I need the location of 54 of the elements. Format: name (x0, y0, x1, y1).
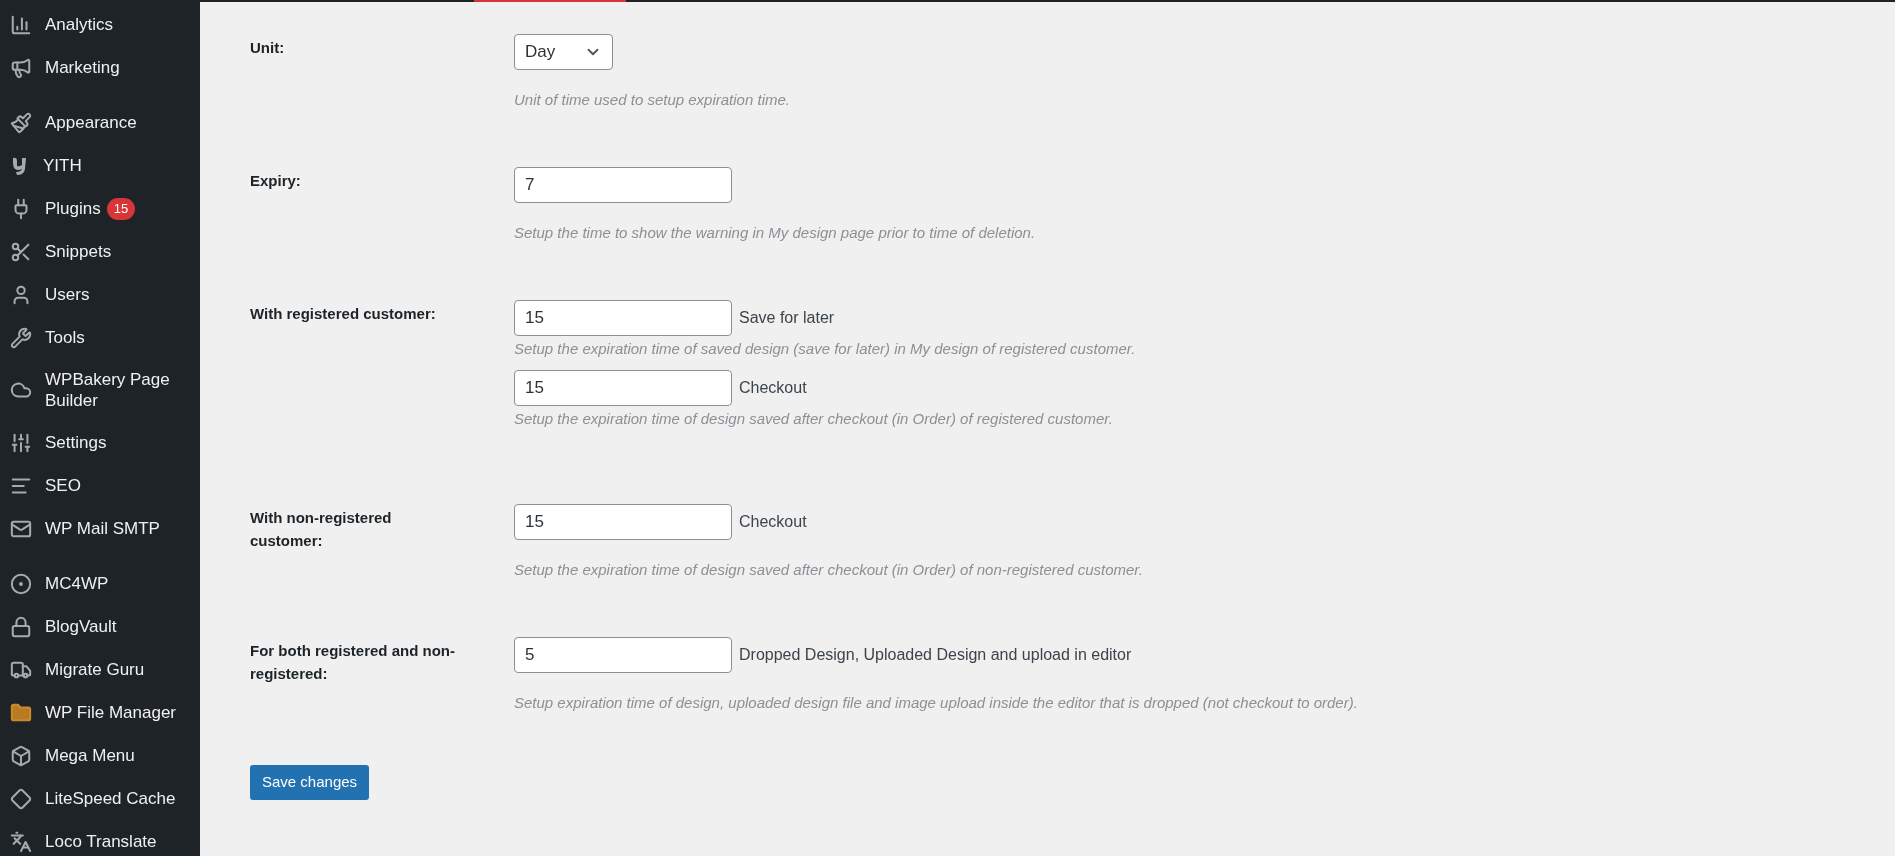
save-changes-button[interactable]: Save changes (250, 764, 370, 800)
sidebar-item[interactable]: Plugins 15 (0, 187, 200, 230)
bar-chart-icon (10, 13, 32, 36)
sidebar-item[interactable]: Settings (0, 421, 200, 464)
field-description: Setup the expiration time of saved design (save for later) in My design of registered customer. (514, 340, 1136, 358)
field-description: Setup expiration time of design, uploaded design file and image upload inside the editor that is dropped (not checkout to order). (514, 694, 1358, 712)
number-input[interactable]: 7 (514, 167, 732, 203)
lock-icon (10, 615, 32, 638)
sidebar-item[interactable]: Appearance (0, 101, 200, 144)
number-input[interactable]: 15 (514, 300, 732, 336)
sidebar-item[interactable]: Tools (0, 316, 200, 359)
sidebar-item[interactable]: WP Mail SMTP (0, 507, 200, 550)
diamond-icon (10, 787, 32, 810)
folder-icon (10, 701, 32, 724)
field-description: Unit of time used to setup expiration time. (514, 91, 790, 109)
translate-icon (10, 830, 32, 853)
field-description: Setup the expiration time of design saved after checkout (in Order) of non-registered customer. (514, 561, 1143, 579)
sidebar-item[interactable]: BlogVault (0, 605, 200, 648)
wrench-icon (10, 326, 32, 349)
sidebar-item[interactable]: Snippets (0, 230, 200, 273)
paintbrush-icon (10, 111, 32, 134)
sidebar-item[interactable]: WPBakery Page Builder (0, 359, 200, 421)
field-label: Expiry: (250, 171, 302, 191)
field-label: For both registered and non-registered: (250, 641, 456, 684)
input-suffix-label: Save for later (739, 308, 835, 328)
field-description: Setup the expiration time of design saved after checkout (in Order) of registered customer. (514, 410, 1114, 428)
number-input[interactable]: 15 (514, 504, 732, 540)
sidebar-item[interactable]: Users (0, 273, 200, 316)
update-count-badge: 15 (106, 197, 136, 220)
number-input[interactable]: 5 (514, 637, 732, 673)
sidebar-item[interactable]: Marketing (0, 46, 200, 89)
sidebar-item[interactable]: Loco Translate (0, 820, 200, 856)
input-suffix-label: Dropped Design, Uploaded Design and upload in editor (739, 645, 1132, 665)
sidebar-item[interactable]: WP File Manager (0, 691, 200, 734)
sidebar-item[interactable]: Mega Menu (0, 734, 200, 777)
sidebar-item[interactable]: Analytics (0, 3, 200, 46)
settings-icon (10, 431, 32, 454)
field-label: With non-registered customer: (250, 508, 393, 551)
input-suffix-label: Checkout (739, 512, 807, 532)
sidebar-item[interactable]: MC4WP (0, 562, 200, 605)
scissors-icon (10, 240, 32, 263)
field-label: With registered customer: (250, 304, 437, 324)
sidebar-item[interactable]: Migrate Guru (0, 648, 200, 691)
unit-select[interactable]: Day (514, 34, 613, 70)
circle-logo-icon (10, 572, 32, 595)
sidebar-item[interactable]: YITH (0, 144, 200, 187)
cube-icon (10, 744, 32, 767)
sidebar-item[interactable]: LiteSpeed Cache (0, 777, 200, 820)
input-suffix-label: Checkout (739, 378, 807, 398)
sidebar-item[interactable]: SEO (0, 464, 200, 507)
megaphone-icon (10, 56, 32, 79)
field-label: Unit: (250, 38, 286, 58)
field-description: Setup the time to show the warning in My design page prior to time of deletion. (514, 224, 1036, 242)
number-input[interactable]: 15 (514, 370, 732, 406)
